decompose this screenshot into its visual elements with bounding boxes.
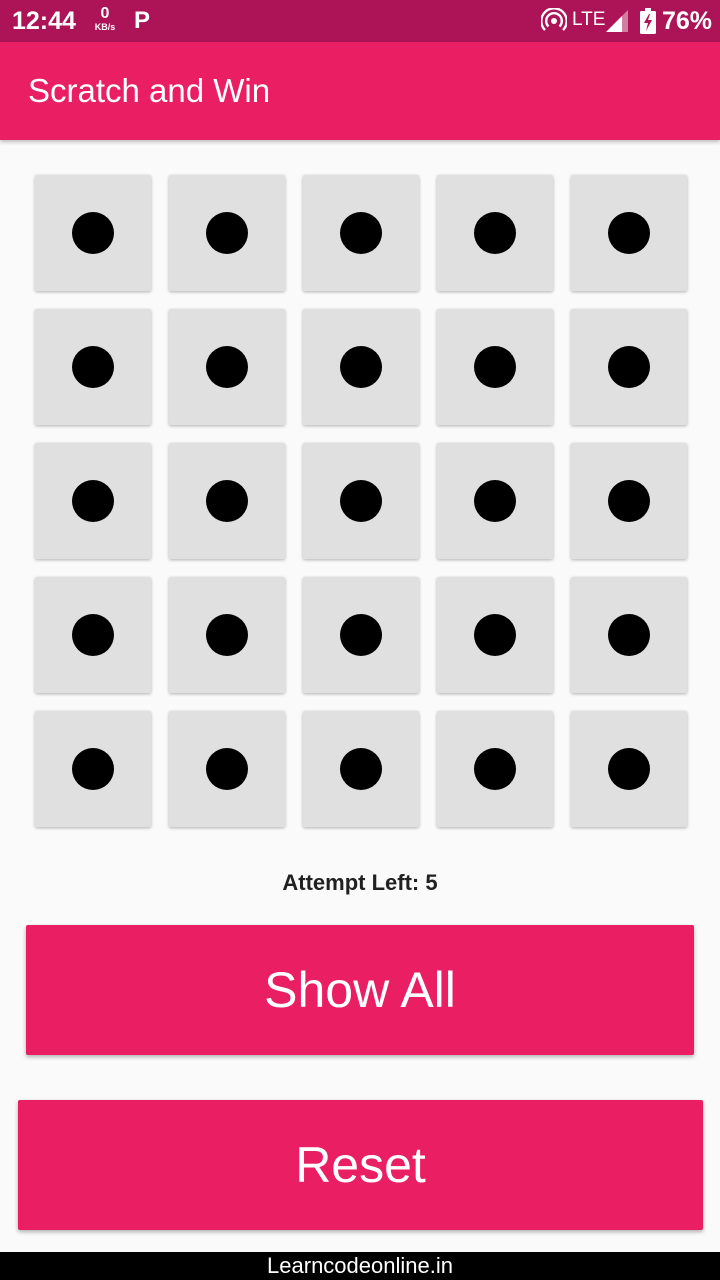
network-speed-value: 0 [100,5,110,22]
scratch-tile[interactable] [35,711,151,827]
reset-button[interactable]: Reset [18,1100,703,1230]
network-speed-unit: KB/s [94,22,116,32]
circle-icon [608,480,650,522]
circle-icon [608,614,650,656]
scratch-tile[interactable] [35,309,151,425]
circle-icon [340,212,382,254]
scratch-tile[interactable] [169,711,285,827]
circle-icon [206,480,248,522]
scratch-tile[interactable] [303,711,419,827]
app-title: Scratch and Win [28,72,271,109]
circle-icon [608,212,650,254]
scratch-tile[interactable] [303,309,419,425]
status-time: 12:44 [12,7,76,35]
scratch-tile[interactable] [437,175,553,291]
circle-icon [206,748,248,790]
circle-icon [206,614,248,656]
scratch-tile[interactable] [303,443,419,559]
circle-icon [72,748,114,790]
scratch-tile[interactable] [571,175,687,291]
show-all-button[interactable]: Show All [26,925,694,1055]
scratch-tile[interactable] [35,443,151,559]
network-speed-indicator: 0 KB/s [90,6,120,32]
circle-icon [608,346,650,388]
circle-icon [474,346,516,388]
scratch-tile[interactable] [35,175,151,291]
scratch-tile[interactable] [303,577,419,693]
scratch-tile[interactable] [303,175,419,291]
hotspot-icon [541,8,567,31]
signal-strength-icon [606,10,628,32]
circle-icon [340,346,382,388]
circle-icon [72,346,114,388]
scratch-tile[interactable] [169,309,285,425]
scratch-tile[interactable] [437,711,553,827]
network-type-label: LTE [572,9,606,30]
notification-app-icon: P [134,7,151,34]
scratch-tile[interactable] [169,577,285,693]
scratch-tile[interactable] [437,577,553,693]
battery-percentage: 76% [662,7,713,35]
battery-charging-icon [640,8,656,34]
scratch-tile[interactable] [169,443,285,559]
circle-icon [72,480,114,522]
scratch-tile[interactable] [169,175,285,291]
scratch-tile[interactable] [35,577,151,693]
circle-icon [474,748,516,790]
circle-icon [608,748,650,790]
scratch-tile[interactable] [437,443,553,559]
circle-icon [474,212,516,254]
scratch-tile[interactable] [437,309,553,425]
scratch-grid [35,175,687,827]
attempts-left-label: Attempt Left: 5 [282,870,438,895]
circle-icon [474,480,516,522]
status-bar: 12:44 0 KB/s P LTE 76% [0,0,720,42]
app-bar: Scratch and Win [0,42,720,140]
circle-icon [474,614,516,656]
circle-icon [206,212,248,254]
circle-icon [340,748,382,790]
scratch-tile[interactable] [571,309,687,425]
circle-icon [72,614,114,656]
scratch-tile[interactable] [571,443,687,559]
scratch-tile[interactable] [571,711,687,827]
watermark-banner: Learncodeonline.in [0,1252,720,1280]
circle-icon [340,480,382,522]
circle-icon [72,212,114,254]
circle-icon [206,346,248,388]
circle-icon [340,614,382,656]
scratch-tile[interactable] [571,577,687,693]
